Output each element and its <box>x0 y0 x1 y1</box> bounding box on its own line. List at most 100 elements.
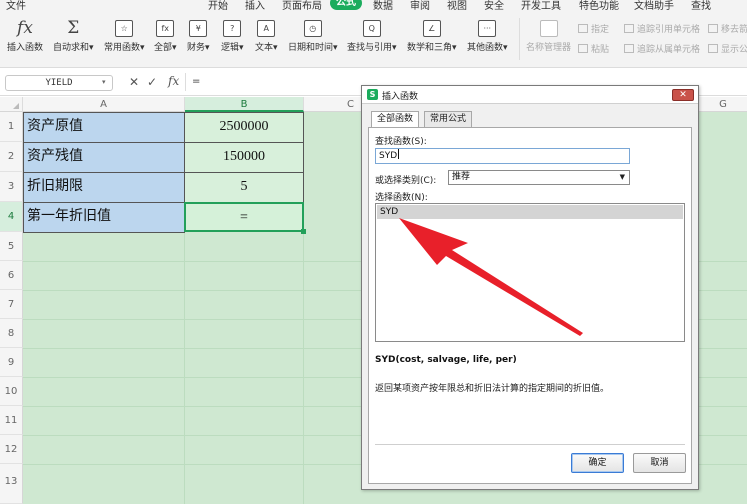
menu-view[interactable]: 视图 <box>447 0 467 12</box>
all-functions-button[interactable]: fx 全部▾ <box>154 20 177 53</box>
trace-dependents-button[interactable]: 追踪从属单元格 <box>624 42 700 55</box>
cancel-icon[interactable]: ✕ <box>129 75 139 89</box>
remove-arrows-button[interactable]: 移去箭 <box>708 22 747 35</box>
dialog-divider <box>375 444 685 445</box>
trace-precedents-button[interactable]: 追踪引用单元格 <box>624 22 700 35</box>
formula-input[interactable]: = <box>192 76 200 87</box>
insert-function-dialog: S 插入函数 ✕ 全部函数 常用公式 查找函数(S): SYD 或选择类别(C)… <box>361 85 699 490</box>
cell-b1[interactable]: 2500000 <box>184 112 304 143</box>
dropdown-arrow-icon: ▼ <box>619 173 625 181</box>
ok-button[interactable]: 确定 <box>571 453 624 473</box>
search-label: 查找函数(S): <box>375 137 427 147</box>
cell-a2[interactable]: 资产残值 <box>23 142 185 173</box>
cell-a3[interactable]: 折旧期限 <box>23 172 185 203</box>
column-header-g[interactable]: G <box>699 97 747 112</box>
menu-developer[interactable]: 开发工具 <box>521 0 561 12</box>
lookup-reference-button[interactable]: Q 查找与引用▾ <box>347 20 397 53</box>
financial-button[interactable]: ¥ 财务▾ <box>187 20 210 53</box>
sigma-icon: Σ <box>67 18 80 38</box>
math-trig-button[interactable]: ∠ 数学和三角▾ <box>407 20 457 53</box>
cell-b2[interactable]: 150000 <box>184 142 304 173</box>
select-all-corner[interactable] <box>0 97 23 112</box>
fx-box-icon: fx <box>156 20 175 37</box>
row-header-8[interactable]: 8 <box>0 319 23 348</box>
autosum-button[interactable]: Σ 自动求和▾ <box>53 18 94 54</box>
function-search-input[interactable]: SYD <box>375 148 630 164</box>
logical-button[interactable]: ? 逻辑▾ <box>221 20 244 53</box>
common-functions-button[interactable]: ☆ 常用函数▾ <box>104 20 145 53</box>
dialog-title-bar[interactable]: S 插入函数 ✕ <box>362 86 698 104</box>
fx-icon[interactable]: fx <box>168 74 179 88</box>
row-header-10[interactable]: 10 <box>0 377 23 406</box>
text-button[interactable]: A 文本▾ <box>255 20 278 53</box>
menu-data[interactable]: 数据 <box>373 0 393 12</box>
paste-button[interactable]: 粘贴 <box>578 42 609 55</box>
cell-b3[interactable]: 5 <box>184 172 304 203</box>
more-functions-button[interactable]: ··· 其他函数▾ <box>467 20 508 53</box>
select-function-label: 选择函数(N): <box>375 193 428 203</box>
row-header-4[interactable]: 4 <box>0 202 23 232</box>
star-icon: ☆ <box>115 20 134 37</box>
column-header-a[interactable]: A <box>23 97 185 112</box>
row-header-1[interactable]: 1 <box>0 112 23 142</box>
row-header-6[interactable]: 6 <box>0 261 23 290</box>
check-icon[interactable]: ✓ <box>147 75 157 89</box>
row-header-3[interactable]: 3 <box>0 172 23 202</box>
name-manager-icon <box>539 20 558 37</box>
show-formulas-button[interactable]: 显示公 <box>708 42 747 55</box>
menu-special[interactable]: 特色功能 <box>579 0 619 12</box>
cell-a4[interactable]: 第一年折旧值 <box>23 202 185 233</box>
list-item-syd[interactable]: SYD <box>377 205 683 219</box>
cancel-button[interactable]: 取消 <box>633 453 686 473</box>
tab-panel: 查找函数(S): SYD 或选择类别(C): 推荐 ▼ 选择函数(N): SYD… <box>368 127 692 484</box>
magnifier-icon: Q <box>362 20 381 37</box>
category-select[interactable]: 推荐 ▼ <box>448 170 630 185</box>
show-formulas-icon <box>708 44 718 53</box>
angle-icon: ∠ <box>422 20 441 37</box>
row-header-5[interactable]: 5 <box>0 232 23 261</box>
name-manager-button[interactable]: 名称管理器 <box>526 20 571 53</box>
trace-precedents-icon <box>624 24 634 33</box>
question-icon: ? <box>223 20 242 37</box>
name-box[interactable]: YIELD <box>5 75 113 91</box>
menu-insert[interactable]: 插入 <box>245 0 265 12</box>
function-signature: SYD(cost, salvage, life, per) <box>375 355 517 365</box>
text-a-icon: A <box>257 20 276 37</box>
menu-formulas[interactable]: 公式 <box>330 0 362 10</box>
menu-review[interactable]: 审阅 <box>410 0 430 12</box>
tab-all-functions[interactable]: 全部函数 <box>371 111 420 128</box>
row-header-11[interactable]: 11 <box>0 406 23 435</box>
fill-handle[interactable] <box>301 229 306 234</box>
column-header-b[interactable]: B <box>185 97 304 112</box>
yen-icon: ¥ <box>189 20 208 37</box>
formula-bar-divider <box>185 73 186 91</box>
row-header-9[interactable]: 9 <box>0 348 23 377</box>
tab-common-formulas[interactable]: 常用公式 <box>424 111 473 127</box>
function-list[interactable]: SYD <box>375 203 685 342</box>
menu-find[interactable]: 查找 <box>691 0 711 12</box>
row-header-13[interactable]: 13 <box>0 464 23 504</box>
row-header-7[interactable]: 7 <box>0 290 23 319</box>
menu-home[interactable]: 开始 <box>208 0 228 12</box>
dialog-title: 插入函数 <box>382 92 419 102</box>
function-description: 返回某项资产按年限总和折旧法计算的指定期间的折旧值。 <box>375 384 610 394</box>
close-button[interactable]: ✕ <box>672 89 694 101</box>
fx-icon: fx <box>17 18 33 38</box>
wps-logo-icon: S <box>367 89 378 100</box>
menu-file[interactable]: 文件 <box>6 0 26 12</box>
ribbon-divider <box>519 18 520 60</box>
menu-doc-assistant[interactable]: 文档助手 <box>634 0 674 12</box>
dots-icon: ··· <box>478 20 497 37</box>
ribbon: fx 插入函数 Σ 自动求和▾ ☆ 常用函数▾ fx 全部▾ ¥ 财务▾ ? 逻… <box>0 12 747 68</box>
row-header-2[interactable]: 2 <box>0 142 23 172</box>
cell-b4-active[interactable]: = <box>184 202 304 232</box>
menu-security[interactable]: 安全 <box>484 0 504 12</box>
insert-function-button[interactable]: fx 插入函数 <box>7 18 43 54</box>
menu-bar: 文件 开始 插入 页面布局 公式 数据 审阅 视图 安全 开发工具 特色功能 文… <box>0 0 747 12</box>
menu-page-layout[interactable]: 页面布局 <box>282 0 322 12</box>
row-header-12[interactable]: 12 <box>0 435 23 464</box>
specify-button[interactable]: 指定 <box>578 22 609 35</box>
cell-a1[interactable]: 资产原值 <box>23 112 185 143</box>
chevron-down-icon[interactable]: ▾ <box>102 78 106 86</box>
date-time-button[interactable]: ◷ 日期和时间▾ <box>288 20 338 53</box>
